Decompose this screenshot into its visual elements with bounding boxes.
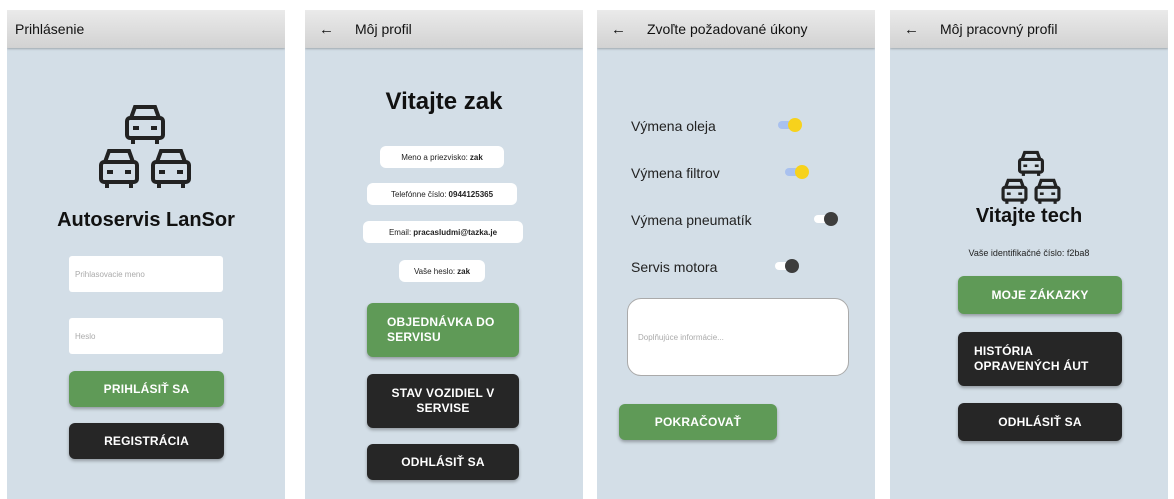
repair-history-button[interactable]: HISTÓRIA OPRAVENÝCH ÁUT (958, 332, 1122, 386)
app-bar: Prihlásenie (7, 10, 285, 48)
vehicle-status-button-line1: STAV VOZIDIEL V (391, 386, 495, 400)
email-value: pracasludmi@tazka.je (413, 227, 498, 237)
back-arrow-icon[interactable]: ← (904, 21, 920, 38)
login-button[interactable]: PRIHLÁSIŤ SA (69, 371, 224, 407)
profile-screen: ← Môj profil Vitajte zak Meno a priezvis… (305, 10, 583, 499)
app-bar: ← Môj profil (305, 10, 583, 48)
page-title: Zvoľte požadované úkony (647, 21, 808, 37)
back-arrow-icon[interactable]: ← (319, 21, 335, 38)
email-label: Email: (388, 227, 412, 237)
cars-logo-icon (99, 105, 191, 188)
name-value: zak (469, 152, 483, 162)
email-card: Email: pracasludmi@tazka.je (363, 221, 523, 243)
password-label: Vaše heslo: (413, 266, 456, 276)
task-filters-toggle[interactable] (785, 165, 809, 179)
logout-button[interactable]: ODHLÁSIŤ SA (958, 403, 1122, 441)
my-orders-button[interactable]: MOJE ZÁKAZKY (958, 276, 1122, 314)
order-service-button[interactable]: OBJEDNÁVKA DO SERVISU (367, 303, 519, 357)
vehicle-status-button[interactable]: STAV VOZIDIEL V SERVISE (367, 374, 519, 428)
back-arrow-icon[interactable]: ← (611, 21, 627, 38)
password-value: zak (457, 266, 471, 276)
welcome-heading: Vitajte tech (975, 205, 1083, 227)
continue-button[interactable]: POKRAČOVAŤ (619, 404, 777, 440)
task-filters-label: Výmena filtrov (631, 165, 720, 181)
work-profile-screen: ← Môj pracovný profil Vitajte tech Vaše … (890, 10, 1168, 499)
task-tires-toggle[interactable] (814, 212, 838, 226)
password-card: Vaše heslo: zak (399, 260, 485, 282)
vehicle-status-button-line2: SERVISE (416, 401, 470, 415)
repair-history-button-line1: HISTÓRIA (974, 344, 1033, 358)
tasks-screen: ← Zvoľte požadované úkony Výmena oleja V… (597, 10, 875, 499)
task-engine-toggle[interactable] (775, 259, 799, 273)
logout-button[interactable]: ODHLÁSIŤ SA (367, 444, 519, 480)
login-screen: Prihlásenie Autoservis LanSor Prihlasova… (7, 10, 285, 499)
app-bar: ← Zvoľte požadované úkony (597, 10, 875, 48)
page-title: Prihlásenie (15, 21, 85, 37)
task-engine-label: Servis motora (631, 259, 718, 275)
identification-number: Vaše identifikačné číslo: f2ba8 (968, 248, 1090, 258)
task-oil-toggle[interactable] (778, 118, 802, 132)
order-service-button-line2: SERVISU (387, 330, 441, 344)
page-title: Môj profil (355, 21, 412, 37)
register-button[interactable]: REGISTRÁCIA (69, 423, 224, 459)
brand-name: Autoservis LanSor (57, 209, 235, 231)
name-label: Meno a priezvisko: (401, 152, 468, 162)
app-bar: ← Môj pracovný profil (890, 10, 1168, 48)
welcome-heading: Vitajte zak (385, 88, 503, 115)
phone-label: Telefónne číslo: (390, 189, 447, 199)
additional-info-placeholder: Doplňujúce informácie... (638, 332, 724, 342)
name-card: Meno a priezvisko: zak (380, 146, 504, 168)
task-oil-label: Výmena oleja (631, 118, 716, 134)
phone-card: Telefónne číslo: 0944125365 (367, 183, 517, 205)
phone-value: 0944125365 (448, 189, 494, 199)
username-input[interactable]: Prihlasovacie meno (69, 256, 223, 292)
page-title: Môj pracovný profil (940, 21, 1058, 37)
order-service-button-line1: OBJEDNÁVKA DO (387, 315, 495, 329)
repair-history-button-line2: OPRAVENÝCH ÁUT (974, 359, 1089, 373)
password-input[interactable]: Heslo (69, 318, 223, 354)
additional-info-textarea[interactable]: Doplňujúce informácie... (627, 298, 849, 376)
task-tires-label: Výmena pneumatík (631, 212, 752, 228)
